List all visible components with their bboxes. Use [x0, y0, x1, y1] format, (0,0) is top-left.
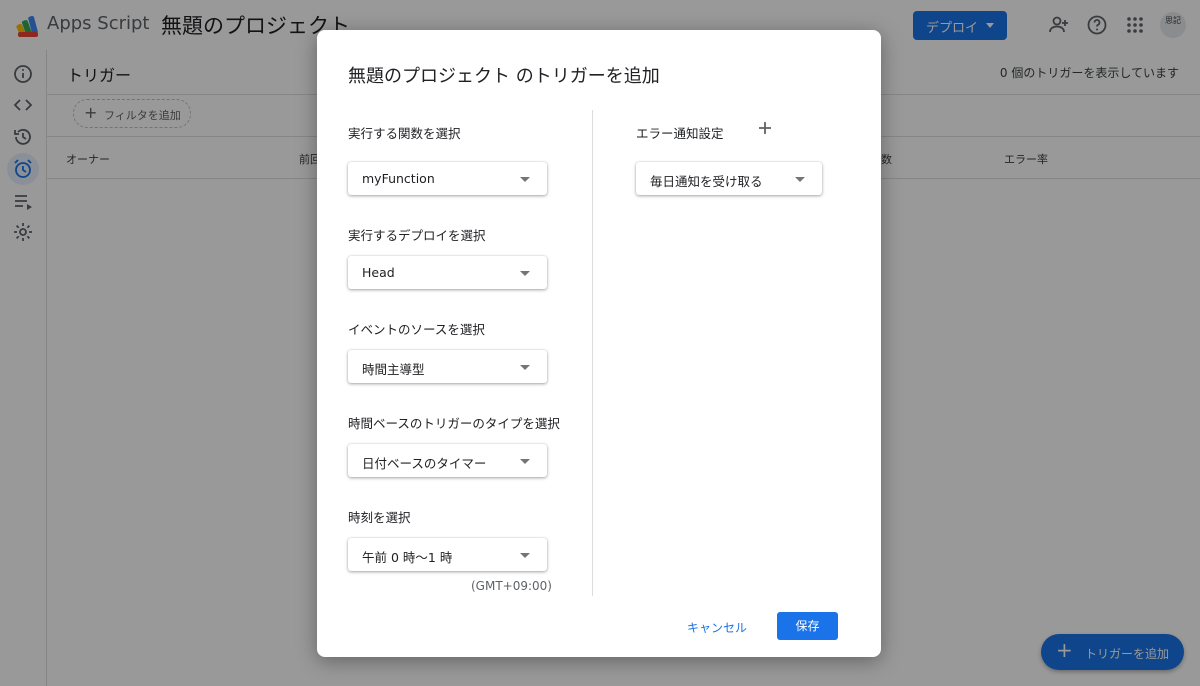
trigger-type-select[interactable]: 日付ベースのタイマー	[348, 444, 547, 477]
time-of-day-select[interactable]: 午前 0 時〜1 時	[348, 538, 547, 571]
add-notification-icon[interactable]	[757, 120, 773, 136]
event-source-label: イベントのソースを選択	[348, 322, 485, 337]
deployment-select-value: Head	[362, 265, 395, 280]
dropdown-arrow-icon	[520, 459, 530, 464]
time-of-day-select-value: 午前 0 時〜1 時	[362, 550, 453, 565]
time-of-day-label: 時刻を選択	[348, 510, 411, 525]
event-source-select-value: 時間主導型	[362, 362, 425, 377]
dropdown-arrow-icon	[520, 553, 530, 558]
dropdown-arrow-icon	[520, 365, 530, 370]
error-notification-label: エラー通知設定	[636, 126, 724, 141]
column-divider	[592, 110, 593, 596]
dropdown-arrow-icon	[520, 177, 530, 182]
error-notification-select-value: 毎日通知を受け取る	[650, 174, 763, 189]
event-source-select[interactable]: 時間主導型	[348, 350, 547, 383]
function-label: 実行する関数を選択	[348, 126, 461, 141]
deployment-label: 実行するデプロイを選択	[348, 228, 486, 243]
timezone-note: (GMT+09:00)	[471, 579, 552, 593]
function-select[interactable]: myFunction	[348, 162, 547, 195]
cancel-button[interactable]: キャンセル	[681, 614, 753, 642]
save-button[interactable]: 保存	[777, 612, 838, 640]
function-select-value: myFunction	[362, 171, 435, 186]
dialog-title: 無題のプロジェクト のトリガーを追加	[348, 66, 660, 87]
trigger-type-select-value: 日付ベースのタイマー	[362, 456, 487, 471]
error-notification-select[interactable]: 毎日通知を受け取る	[636, 162, 822, 195]
dropdown-arrow-icon	[795, 177, 805, 182]
trigger-type-label: 時間ベースのトリガーのタイプを選択	[348, 416, 560, 431]
deployment-select[interactable]: Head	[348, 256, 547, 289]
add-trigger-dialog: 無題のプロジェクト のトリガーを追加 実行する関数を選択 myFunction …	[317, 30, 881, 657]
dropdown-arrow-icon	[520, 271, 530, 276]
